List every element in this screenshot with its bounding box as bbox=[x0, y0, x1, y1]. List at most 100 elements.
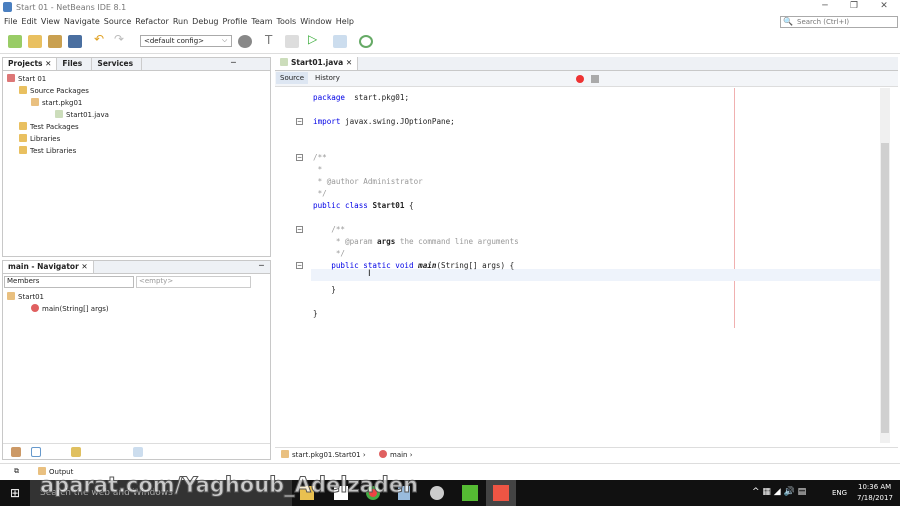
redo-icon[interactable]: ↷ bbox=[114, 32, 128, 46]
tree-node-icon bbox=[7, 74, 15, 82]
code-line[interactable]: * bbox=[313, 164, 323, 176]
fold-icon[interactable]: − bbox=[296, 226, 303, 233]
debug-icon[interactable] bbox=[333, 35, 347, 48]
run-icon[interactable]: ▷ bbox=[308, 32, 322, 46]
vertical-scrollbar[interactable] bbox=[880, 88, 890, 443]
filter-icon[interactable] bbox=[11, 447, 21, 457]
members-select[interactable]: Members bbox=[4, 276, 134, 288]
fold-icon[interactable]: − bbox=[296, 262, 303, 269]
code-line[interactable]: package start.pkg01; bbox=[313, 92, 409, 104]
restore-window-icon[interactable]: ⧉ bbox=[14, 467, 19, 476]
sort-icon[interactable] bbox=[133, 447, 143, 457]
nav-method-item[interactable]: main(String[] args) bbox=[31, 304, 109, 313]
search-input[interactable]: Search (Ctrl+I) bbox=[780, 16, 898, 28]
menu-view[interactable]: View bbox=[41, 17, 60, 26]
tab-projects[interactable]: Projects ✕ bbox=[3, 58, 58, 70]
code-token: } bbox=[313, 309, 318, 318]
menu-run[interactable]: Run bbox=[173, 17, 188, 26]
code-token: * @param bbox=[313, 237, 378, 246]
new-project-icon[interactable] bbox=[28, 35, 42, 48]
nav-class-item[interactable]: Start01 bbox=[7, 292, 44, 301]
code-token: /** bbox=[313, 225, 346, 234]
language-indicator[interactable]: ENG bbox=[832, 489, 847, 497]
clock-time[interactable]: 10:36 AM bbox=[858, 483, 891, 491]
code-token: args bbox=[377, 237, 396, 246]
project-tree-item[interactable]: Source Packages bbox=[19, 86, 89, 95]
menu-window[interactable]: Window bbox=[300, 17, 332, 26]
record-macro-icon[interactable] bbox=[576, 75, 584, 83]
clock-date[interactable]: 7/18/2017 bbox=[857, 494, 893, 502]
menu-edit[interactable]: Edit bbox=[21, 17, 37, 26]
project-tree-item[interactable]: Test Packages bbox=[19, 122, 79, 131]
navigator-toolbar bbox=[3, 443, 270, 459]
active-app-highlight bbox=[486, 480, 516, 506]
code-token: */ bbox=[313, 249, 346, 258]
right-margin-line bbox=[734, 88, 735, 328]
code-line[interactable]: } bbox=[313, 308, 318, 320]
maximize-button[interactable]: ❐ bbox=[843, 1, 865, 13]
project-tree-item[interactable]: start.pkg01 bbox=[31, 98, 82, 107]
menu-bar: File Edit View Navigate Source Refactor Run Deb… bbox=[0, 15, 900, 29]
tab-files[interactable]: Files bbox=[57, 58, 93, 70]
undo-icon[interactable]: ↶ bbox=[94, 32, 108, 46]
code-token: } bbox=[313, 285, 336, 294]
fold-icon[interactable]: − bbox=[296, 118, 303, 125]
config-select[interactable]: <default config> bbox=[140, 35, 232, 47]
system-tray-icons[interactable]: ^ ▦ ◢ 🔊 ▤ bbox=[752, 487, 806, 497]
menu-team[interactable]: Team bbox=[251, 17, 272, 26]
project-tree-item[interactable]: Start01.java bbox=[55, 110, 109, 119]
breadcrumb-class[interactable]: start.pkg01.Start01 › bbox=[281, 450, 366, 459]
code-line[interactable]: */ bbox=[313, 188, 327, 200]
tab-services[interactable]: Services bbox=[92, 58, 143, 70]
project-tree-item[interactable]: Test Libraries bbox=[19, 146, 76, 155]
code-line[interactable]: * @author Administrator bbox=[313, 176, 423, 188]
menu-file[interactable]: File bbox=[4, 17, 17, 26]
open-project-icon[interactable] bbox=[48, 35, 62, 48]
code-line[interactable]: * @param args the command line arguments bbox=[313, 236, 519, 248]
minimize-panel-button[interactable]: ─ bbox=[231, 58, 236, 67]
stop-macro-icon[interactable] bbox=[591, 75, 599, 83]
lock-icon[interactable] bbox=[71, 447, 81, 457]
source-tab[interactable]: Source bbox=[276, 72, 309, 84]
fold-icon[interactable]: − bbox=[296, 154, 303, 161]
history-tab[interactable]: History bbox=[311, 72, 344, 84]
code-line[interactable]: */ bbox=[313, 248, 345, 260]
tree-item-label: Test Packages bbox=[30, 123, 79, 131]
breadcrumb-method[interactable]: main › bbox=[379, 450, 413, 459]
camtasia-green-icon[interactable] bbox=[462, 485, 478, 501]
close-button[interactable]: ✕ bbox=[873, 1, 895, 13]
menu-help[interactable]: Help bbox=[336, 17, 354, 26]
code-line[interactable]: /** bbox=[313, 152, 327, 164]
navigator-filter-input[interactable]: <empty> bbox=[136, 276, 251, 288]
new-file-icon[interactable] bbox=[8, 35, 22, 48]
menu-profile[interactable]: Profile bbox=[222, 17, 247, 26]
minimize-button[interactable]: ─ bbox=[814, 1, 836, 13]
menu-source[interactable]: Source bbox=[104, 17, 131, 26]
menu-tools[interactable]: Tools bbox=[277, 17, 297, 26]
menu-refactor[interactable]: Refactor bbox=[135, 17, 169, 26]
tab-navigator[interactable]: main - Navigator ✕ bbox=[3, 261, 94, 273]
camtasia-red-icon[interactable] bbox=[493, 485, 509, 501]
code-line[interactable]: /** bbox=[313, 224, 345, 236]
project-tree-item[interactable]: Libraries bbox=[19, 134, 60, 143]
tab-start01-java[interactable]: Start01.java ✕ bbox=[275, 57, 359, 70]
globe-icon[interactable] bbox=[238, 35, 252, 48]
app-icon[interactable] bbox=[430, 486, 444, 500]
save-all-icon[interactable] bbox=[68, 35, 82, 48]
clean-build-icon[interactable] bbox=[285, 35, 299, 48]
text-cursor-icon: I bbox=[368, 269, 371, 279]
code-line[interactable]: import javax.swing.JOptionPane; bbox=[313, 116, 455, 128]
code-line[interactable]: } bbox=[313, 284, 336, 296]
project-tree-item[interactable]: Start 01 bbox=[7, 74, 46, 83]
menu-navigate[interactable]: Navigate bbox=[64, 17, 100, 26]
fields-icon[interactable] bbox=[31, 447, 41, 457]
profile-icon[interactable] bbox=[359, 35, 373, 48]
menu-debug[interactable]: Debug bbox=[192, 17, 218, 26]
code-line[interactable]: public class Start01 { bbox=[313, 200, 414, 212]
minimize-panel-button[interactable]: ─ bbox=[259, 261, 264, 270]
code-token: (String[] args) { bbox=[436, 261, 515, 270]
build-icon[interactable]: T bbox=[265, 33, 279, 47]
code-token: /** bbox=[313, 153, 327, 162]
windows-start-icon[interactable]: ⊞ bbox=[10, 486, 20, 500]
code-line[interactable]: public static void main(String[] args) { bbox=[313, 260, 514, 272]
